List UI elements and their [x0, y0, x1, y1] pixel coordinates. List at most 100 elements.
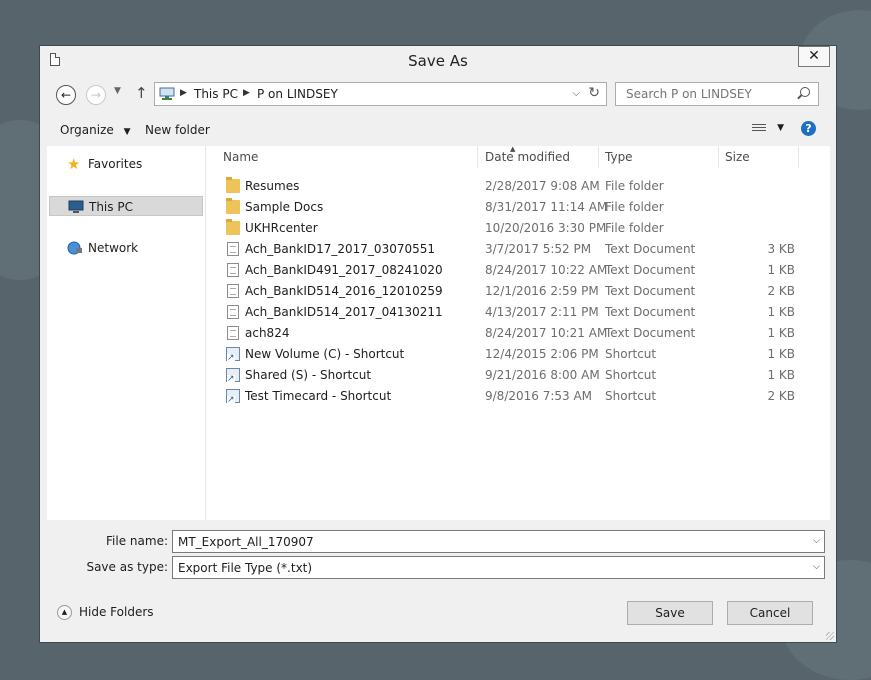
search-input[interactable] [624, 86, 793, 102]
save-as-dialog: Save As ✕ ← → ▼ ↑ ▶ This PC ▶ P on LINDS… [39, 45, 837, 643]
search-icon[interactable] [800, 87, 810, 97]
text-document-icon [227, 326, 239, 340]
file-size: 2 KB [767, 389, 795, 403]
breadcrumb-separator-icon[interactable]: ▶ [180, 88, 187, 98]
file-name: New Volume (C) - Shortcut [245, 347, 405, 361]
column-header-size[interactable]: Size [719, 146, 799, 168]
file-row[interactable]: Ach_BankID17_2017_03070551 3/7/2017 5:52… [206, 239, 806, 260]
file-type: File folder [605, 200, 664, 214]
forward-button[interactable]: → [86, 85, 106, 105]
resize-grip[interactable] [826, 632, 834, 640]
column-header-type[interactable]: Type [599, 146, 719, 168]
shortcut-icon [226, 347, 240, 362]
file-date: 2/28/2017 9:08 AM [485, 179, 600, 193]
close-button[interactable]: ✕ [798, 46, 830, 67]
folder-icon [226, 177, 240, 193]
file-type: Text Document [605, 305, 696, 319]
file-name: Sample Docs [245, 200, 324, 214]
column-label: Name [223, 150, 259, 164]
file-date: 9/8/2016 7:53 AM [485, 389, 593, 403]
breadcrumb-separator-icon[interactable]: ▶ [243, 88, 250, 98]
file-row[interactable]: Sample Docs 8/31/2017 11:14 AM File fold… [206, 197, 806, 218]
back-arrow-icon: ← [60, 88, 72, 102]
file-size: 1 KB [767, 263, 795, 277]
new-folder-button[interactable]: New folder [145, 123, 210, 137]
file-name-input[interactable] [176, 534, 800, 550]
file-row[interactable]: Shared (S) - Shortcut 9/21/2016 8:00 AM … [206, 365, 806, 386]
sidebar-item-this-pc[interactable]: This PC [49, 196, 203, 216]
recent-locations-dropdown[interactable]: ▼ [114, 86, 121, 96]
refresh-icon[interactable]: ↻ [588, 85, 600, 101]
chevron-down-icon[interactable]: ⌵ [572, 88, 580, 99]
file-type: File folder [605, 179, 664, 193]
sidebar-item-label: Favorites [88, 157, 143, 171]
address-bar[interactable]: ▶ This PC ▶ P on LINDSEY ⌵ ↻ [154, 82, 607, 106]
file-row[interactable]: ach824 8/24/2017 10:21 AM Text Document … [206, 323, 806, 344]
file-row[interactable]: New Volume (C) - Shortcut 12/4/2015 2:06… [206, 344, 806, 365]
chevron-down-icon: ▼ [123, 127, 131, 137]
folder-icon [226, 219, 240, 235]
file-row[interactable]: Ach_BankID514_2016_12010259 12/1/2016 2:… [206, 281, 806, 302]
column-header-name[interactable]: Name [206, 146, 478, 168]
file-size: 1 KB [767, 368, 795, 382]
chevron-up-icon: ▲ [57, 605, 72, 620]
text-document-icon [227, 242, 239, 256]
shortcut-icon [226, 389, 240, 404]
view-dropdown-icon[interactable]: ▼ [777, 123, 784, 133]
text-document-icon [227, 284, 239, 298]
file-date: 9/21/2016 8:00 AM [485, 368, 600, 382]
up-arrow-icon[interactable]: ↑ [135, 84, 148, 102]
file-type: Shortcut [605, 389, 657, 403]
file-name: Test Timecard - Shortcut [245, 389, 392, 403]
dialog-title: Save As [408, 52, 468, 70]
file-date: 8/24/2017 10:22 AM [485, 263, 608, 277]
back-button[interactable]: ← [56, 85, 76, 105]
chevron-down-icon[interactable]: ⌵ [813, 562, 820, 572]
file-date: 12/4/2015 2:06 PM [485, 347, 599, 361]
breadcrumb-p-on-lindsey[interactable]: P on LINDSEY [257, 87, 338, 101]
file-date: 4/13/2017 2:11 PM [485, 305, 599, 319]
file-list: ▲ Name Date modified Type Size Resumes 2… [206, 145, 830, 520]
file-row[interactable]: Ach_BankID491_2017_08241020 8/24/2017 10… [206, 260, 806, 281]
file-row[interactable]: Resumes 2/28/2017 9:08 AM File folder [206, 176, 806, 197]
file-size: 1 KB [767, 305, 795, 319]
help-icon[interactable]: ? [801, 121, 816, 136]
organize-button[interactable]: Organize ▼ [60, 123, 131, 137]
save-button[interactable]: Save [627, 601, 713, 625]
file-type: Text Document [605, 326, 696, 340]
sidebar-item-label: Network [88, 241, 139, 255]
cancel-button[interactable]: Cancel [727, 601, 813, 625]
file-type: Text Document [605, 263, 696, 277]
file-type: Shortcut [605, 368, 657, 382]
save-as-type-value[interactable] [176, 560, 800, 576]
file-size: 1 KB [767, 347, 795, 361]
file-name: Resumes [245, 179, 300, 193]
computer-icon [68, 200, 84, 213]
breadcrumb-this-pc[interactable]: This PC [194, 87, 238, 101]
column-label: Type [605, 150, 633, 164]
file-name-field[interactable]: ⌵ [172, 530, 825, 553]
text-document-icon [227, 305, 239, 319]
file-type: Shortcut [605, 347, 657, 361]
column-label: Date modified [485, 150, 571, 164]
file-name: Ach_BankID514_2017_04130211 [245, 305, 443, 319]
column-header-date[interactable]: Date modified [478, 146, 599, 168]
search-box[interactable] [615, 82, 819, 106]
file-date: 8/31/2017 11:14 AM [485, 200, 608, 214]
file-row[interactable]: Test Timecard - Shortcut 9/8/2016 7:53 A… [206, 386, 806, 407]
navigation-pane: ★ Favorites This PC Network [47, 146, 206, 520]
sidebar-item-network[interactable]: Network [49, 238, 203, 258]
file-size: 3 KB [767, 242, 795, 256]
title-bar[interactable]: Save As ✕ [40, 46, 836, 76]
organize-label: Organize [60, 123, 114, 137]
star-icon: ★ [67, 155, 81, 173]
view-options-icon[interactable] [752, 124, 766, 134]
folder-icon [226, 198, 240, 214]
file-type: Text Document [605, 242, 696, 256]
file-name: Shared (S) - Shortcut [245, 368, 372, 382]
file-row[interactable]: Ach_BankID514_2017_04130211 4/13/2017 2:… [206, 302, 806, 323]
file-row[interactable]: UKHRcenter 10/20/2016 3:30 PM File folde… [206, 218, 806, 239]
chevron-down-icon[interactable]: ⌵ [813, 536, 820, 546]
save-as-type-select[interactable]: ⌵ [172, 556, 825, 579]
sidebar-item-favorites[interactable]: ★ Favorites [49, 154, 203, 174]
